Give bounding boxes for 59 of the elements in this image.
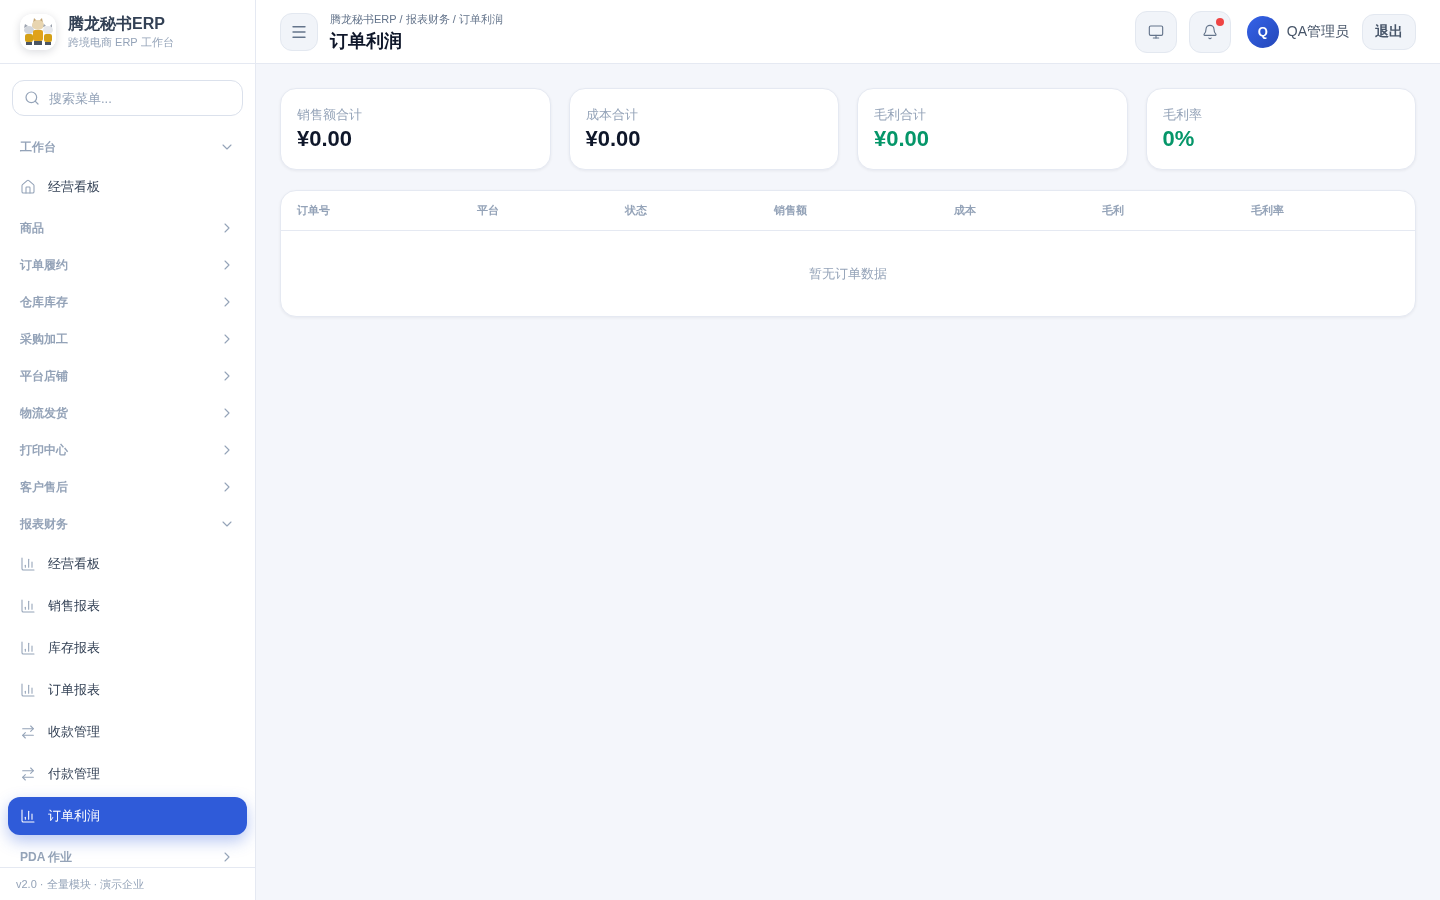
home-icon [20,179,36,195]
notifications-button[interactable] [1188,10,1231,53]
stat-label: 成本合计 [585,106,639,124]
menu-item[interactable]: 库存报表 [8,629,247,667]
version-footer-text: v2.0 · 全量模块 · 演示企业 [16,876,145,892]
menu-group-toggle[interactable]: 仓库库存 [8,283,247,320]
user-avatar[interactable]: Q [1246,15,1279,48]
bar-chart-icon [20,682,36,698]
column-header: 成本 [954,203,976,219]
menu-group-toggle[interactable]: 打印中心 [8,431,247,468]
menu-group-toggle[interactable]: PDA 作业 [8,838,247,867]
menu-item[interactable]: 收款管理 [8,713,247,751]
menu-group-toggle[interactable]: 商品 [8,209,247,246]
bar-chart-icon [20,556,36,572]
bar-chart-icon [20,640,36,656]
user-name: QA管理员 [1286,22,1349,41]
logout-button[interactable]: 退出 [1362,13,1416,50]
stat-label: 毛利率 [1162,106,1203,124]
column-header: 订单号 [297,203,330,219]
stat-value: ¥0.00 [585,125,642,153]
empty-state-text: 暂无订单数据 [809,264,887,283]
swap-arrows-icon [20,724,36,740]
menu-group-toggle[interactable]: 物流发货 [8,394,247,431]
display-button[interactable] [1134,10,1177,53]
menu-toggle-button[interactable] [280,12,318,51]
menu-group-toggle[interactable]: 订单履约 [8,246,247,283]
brand-title: 腾龙秘书ERP [68,13,166,34]
menu-group-toggle[interactable]: 采购加工 [8,320,247,357]
menu-item[interactable]: 订单报表 [8,671,247,709]
breadcrumb: 腾龙秘书ERP / 报表财务 / 订单利润 [330,11,503,27]
menu-group-toggle[interactable]: 平台店铺 [8,357,247,394]
menu-group-toggle[interactable]: 工作台 [8,128,247,165]
column-header: 状态 [625,203,647,219]
brand-subtitle: 跨境电商 ERP 工作台 [68,34,174,50]
swap-arrows-icon [20,766,36,782]
cat-mascot-logo [20,13,56,50]
stat-value: 0% [1162,125,1196,153]
menu-item[interactable]: 订单利润 [8,797,247,835]
column-header: 平台 [477,203,499,219]
menu-group-toggle[interactable]: 客户售后 [8,468,247,505]
stat-value: ¥0.00 [297,125,354,153]
column-header: 毛利 [1102,203,1124,219]
menu-item[interactable]: 经营看板 [8,168,247,206]
bar-chart-icon [20,598,36,614]
search-field[interactable]: 搜索菜单... [12,80,243,116]
stat-label: 毛利合计 [874,106,927,124]
stat-label: 销售额合计 [297,106,363,124]
bell-icon [1201,23,1218,40]
menu-item[interactable]: 销售报表 [8,587,247,625]
search-icon [24,90,40,106]
menu-item[interactable]: 付款管理 [8,755,247,793]
bar-chart-icon [20,808,36,824]
column-header: 销售额 [774,203,807,219]
column-header: 毛利率 [1251,203,1284,219]
menu-item[interactable]: 经营看板 [8,545,247,583]
page-title: 订单利润 [330,29,403,53]
stat-value: ¥0.00 [874,125,931,153]
menu-group-toggle[interactable]: 报表财务 [8,505,247,542]
monitor-icon [1147,23,1164,40]
